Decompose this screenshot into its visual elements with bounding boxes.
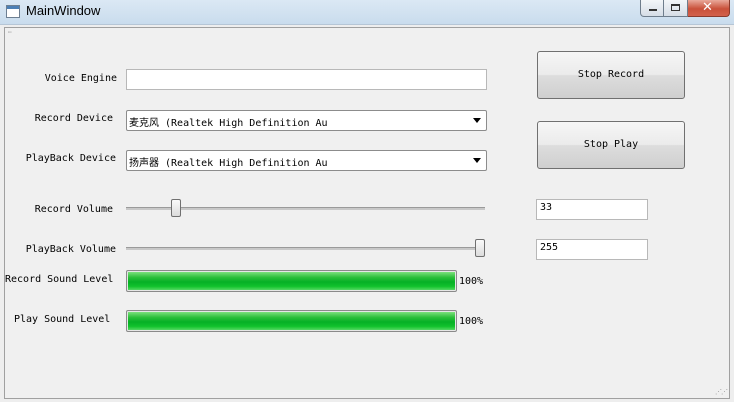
play-sound-level-bar xyxy=(126,310,457,332)
record-device-value: 麦克风 (Realtek High Definition Au xyxy=(129,118,328,129)
playback-device-label: PlayBack Device xyxy=(25,153,116,164)
playback-volume-field[interactable]: 255 xyxy=(536,239,648,260)
record-device-select[interactable]: 麦克风 (Realtek High Definition Au xyxy=(126,110,487,131)
title-bar[interactable]: MainWindow ✕ xyxy=(0,0,734,25)
record-volume-label: Record Volume xyxy=(34,204,113,215)
stop-play-button[interactable]: Stop Play xyxy=(537,121,685,169)
maximize-button[interactable] xyxy=(664,0,688,17)
chevron-down-icon xyxy=(473,118,481,123)
maximize-icon xyxy=(671,4,680,11)
playback-volume-slider-track[interactable] xyxy=(126,247,485,250)
play-sound-level-percent: 100% xyxy=(459,316,484,327)
toolbar-handle-icon[interactable]: ⋯ xyxy=(8,29,12,36)
close-icon: ✕ xyxy=(702,0,713,15)
main-window: MainWindow ✕ ⋯ Voice Engine Record Devic… xyxy=(0,0,734,402)
caption-buttons: ✕ xyxy=(640,0,730,18)
record-volume-field[interactable]: 33 xyxy=(536,199,648,220)
record-sound-level-percent: 100% xyxy=(459,276,484,287)
record-sound-level-bar xyxy=(126,270,457,292)
app-icon xyxy=(6,5,20,18)
close-button[interactable]: ✕ xyxy=(688,0,730,17)
playback-volume-label: PlayBack Volume xyxy=(25,244,116,255)
voice-engine-label: Voice Engine xyxy=(44,73,117,84)
voice-engine-field[interactable] xyxy=(126,69,487,90)
record-sound-level-label: Record Sound Level xyxy=(5,274,114,285)
stop-record-button[interactable]: Stop Record xyxy=(537,51,685,99)
playback-volume-slider-handle[interactable] xyxy=(475,239,485,257)
play-sound-level-fill xyxy=(128,312,455,330)
chevron-down-icon xyxy=(473,158,481,163)
record-sound-level-fill xyxy=(128,272,455,290)
central-widget: ⋯ Voice Engine Record Device 麦克风 (Realte… xyxy=(4,27,730,399)
playback-device-value: 扬声器 (Realtek High Definition Au xyxy=(129,158,328,169)
minimize-icon xyxy=(649,9,657,11)
play-sound-level-label: Play Sound Level xyxy=(14,314,111,325)
playback-device-select[interactable]: 扬声器 (Realtek High Definition Au xyxy=(126,150,487,171)
record-volume-slider-handle[interactable] xyxy=(171,199,182,217)
resize-grip-icon[interactable]: ⋰⋰ xyxy=(715,388,728,396)
window-title: MainWindow xyxy=(26,3,101,18)
minimize-button[interactable] xyxy=(640,0,664,17)
record-device-label: Record Device xyxy=(34,113,113,124)
